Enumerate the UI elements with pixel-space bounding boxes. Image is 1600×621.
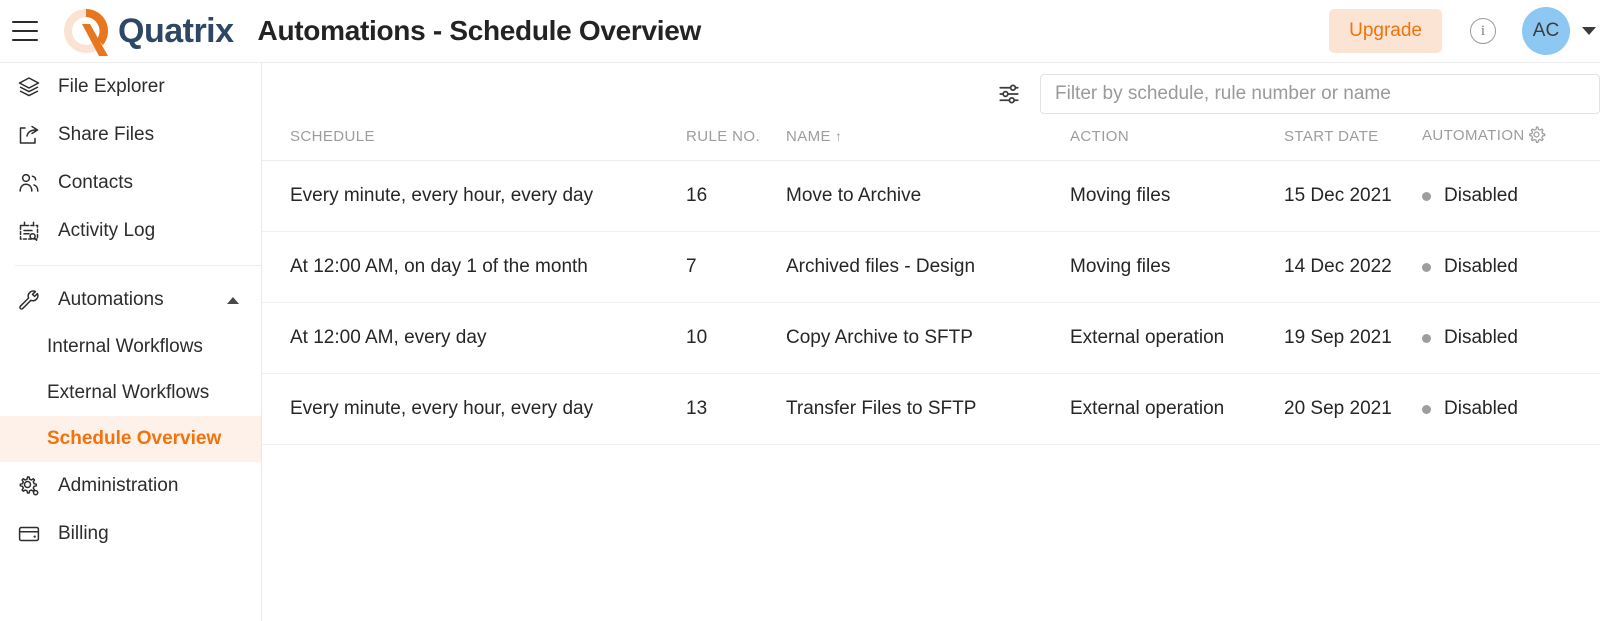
calendar-search-icon <box>14 218 44 244</box>
column-header-automation-label: AUTOMATION <box>1422 127 1525 144</box>
top-bar: Quatrix Automations - Schedule Overview … <box>0 0 1600 63</box>
status-dot-icon <box>1422 191 1431 201</box>
info-icon[interactable]: i <box>1470 18 1496 44</box>
sidebar-item-label: File Explorer <box>58 76 165 97</box>
cell-name: Transfer Files to SFTP <box>786 373 1070 445</box>
hamburger-icon[interactable] <box>12 21 38 41</box>
cell-name: Move to Archive <box>786 160 1070 232</box>
sidebar-item-label: Activity Log <box>58 220 156 241</box>
page-title: Automations - Schedule Overview <box>257 15 702 46</box>
sort-ascending-icon: ↑ <box>834 128 843 144</box>
wrench-icon <box>14 287 44 313</box>
column-header-action[interactable]: ACTION <box>1070 125 1284 161</box>
status-badge: Disabled <box>1422 303 1600 373</box>
cell-schedule: Every minute, every hour, every day <box>262 373 686 445</box>
main-content: SCHEDULE RULE NO. NAME↑ ACTION START DAT… <box>262 63 1600 621</box>
table-row[interactable]: Every minute, every hour, every day 16 M… <box>262 160 1600 232</box>
cell-automation: Disabled <box>1422 302 1600 374</box>
cell-rule-no: 10 <box>686 302 786 374</box>
sidebar-item-external-workflows[interactable]: External Workflows <box>0 370 261 416</box>
cell-rule-no: 13 <box>686 373 786 445</box>
sidebar-item-label: Administration <box>58 475 179 496</box>
sidebar-item-label: Share Files <box>58 124 155 145</box>
quatrix-logo-icon <box>56 3 116 59</box>
cell-automation: Disabled <box>1422 160 1600 232</box>
chevron-up-icon[interactable] <box>227 296 239 304</box>
brand-name: Quatrix <box>118 11 234 50</box>
table-row[interactable]: At 12:00 AM, on day 1 of the month 7 Arc… <box>262 231 1600 303</box>
column-header-start-date[interactable]: START DATE <box>1284 125 1422 161</box>
gear-icon <box>14 473 44 499</box>
status-label: Disabled <box>1444 398 1518 419</box>
cell-rule-no: 16 <box>686 160 786 232</box>
cell-automation: Disabled <box>1422 231 1600 303</box>
column-header-name-label: NAME <box>786 128 831 145</box>
table-toolbar <box>262 63 1600 125</box>
sidebar-item-billing[interactable]: Billing <box>0 510 261 558</box>
brand-logo[interactable]: Quatrix <box>56 0 234 63</box>
sidebar-item-automations[interactable]: Automations <box>0 276 261 324</box>
cell-schedule: At 12:00 AM, every day <box>262 302 686 374</box>
cell-action: Moving files <box>1070 231 1284 303</box>
table-row[interactable]: Every minute, every hour, every day 13 T… <box>262 373 1600 445</box>
search-input[interactable] <box>1040 74 1600 114</box>
sidebar: File Explorer Share Files Contacts Activ… <box>0 63 262 621</box>
cell-name: Copy Archive to SFTP <box>786 302 1070 374</box>
status-dot-icon <box>1422 404 1431 414</box>
cell-action: External operation <box>1070 373 1284 445</box>
table-row[interactable]: At 12:00 AM, every day 10 Copy Archive t… <box>262 302 1600 374</box>
upgrade-button[interactable]: Upgrade <box>1329 9 1442 53</box>
cell-start-date: 15 Dec 2021 <box>1284 160 1422 232</box>
column-header-rule-no[interactable]: RULE NO. <box>686 125 786 161</box>
cell-action: Moving files <box>1070 160 1284 232</box>
sidebar-divider <box>15 265 261 266</box>
sidebar-sub-label: Internal Workflows <box>47 336 203 357</box>
sidebar-sub-label: External Workflows <box>47 382 210 403</box>
status-label: Disabled <box>1444 256 1518 277</box>
column-header-automation[interactable]: AUTOMATION <box>1422 125 1600 161</box>
status-dot-icon <box>1422 333 1431 343</box>
status-badge: Disabled <box>1422 232 1600 302</box>
sidebar-item-label: Contacts <box>58 172 133 193</box>
cell-automation: Disabled <box>1422 373 1600 445</box>
status-label: Disabled <box>1444 185 1518 206</box>
sliders-icon[interactable] <box>994 79 1024 109</box>
avatar[interactable]: AC <box>1522 7 1570 55</box>
sidebar-sub-label: Schedule Overview <box>47 428 222 449</box>
status-label: Disabled <box>1444 327 1518 348</box>
sidebar-item-schedule-overview[interactable]: Schedule Overview <box>0 416 261 462</box>
sidebar-item-share-files[interactable]: Share Files <box>0 111 261 159</box>
sidebar-item-file-explorer[interactable]: File Explorer <box>0 63 261 111</box>
status-badge: Disabled <box>1422 161 1600 231</box>
gear-icon[interactable] <box>1527 125 1546 148</box>
top-bar-actions: Upgrade i AC <box>1329 7 1600 55</box>
status-badge: Disabled <box>1422 374 1600 444</box>
cell-start-date: 14 Dec 2022 <box>1284 231 1422 303</box>
sidebar-item-internal-workflows[interactable]: Internal Workflows <box>0 324 261 370</box>
sidebar-item-label: Automations <box>58 289 164 310</box>
sidebar-item-contacts[interactable]: Contacts <box>0 159 261 207</box>
schedules-table: SCHEDULE RULE NO. NAME ↑ ACTION START DAT… <box>262 125 1600 445</box>
cell-start-date: 19 Sep 2021 <box>1284 302 1422 374</box>
cell-action: External operation <box>1070 302 1284 374</box>
status-dot-icon <box>1422 262 1431 272</box>
table-header-row: SCHEDULE RULE NO. NAME ↑ ACTION START DAT… <box>262 125 1600 161</box>
sidebar-item-activity-log[interactable]: Activity Log <box>0 207 261 255</box>
table-header: SCHEDULE RULE NO. NAME ↑ ACTION START DAT… <box>262 125 1600 161</box>
cell-name: Archived files - Design <box>786 231 1070 303</box>
cell-schedule: Every minute, every hour, every day <box>262 160 686 232</box>
column-header-name[interactable]: NAME ↑ <box>786 125 1070 161</box>
cell-rule-no: 7 <box>686 231 786 303</box>
share-icon <box>14 122 44 148</box>
people-icon <box>14 170 44 196</box>
layers-icon <box>14 74 44 100</box>
chevron-down-icon[interactable] <box>1582 27 1596 35</box>
cell-start-date: 20 Sep 2021 <box>1284 373 1422 445</box>
cell-schedule: At 12:00 AM, on day 1 of the month <box>262 231 686 303</box>
table-body: Every minute, every hour, every day 16 M… <box>262 160 1600 445</box>
sidebar-item-label: Billing <box>58 523 109 544</box>
credit-card-icon <box>14 521 44 547</box>
column-header-schedule[interactable]: SCHEDULE <box>262 125 686 161</box>
sidebar-item-administration[interactable]: Administration <box>0 462 261 510</box>
